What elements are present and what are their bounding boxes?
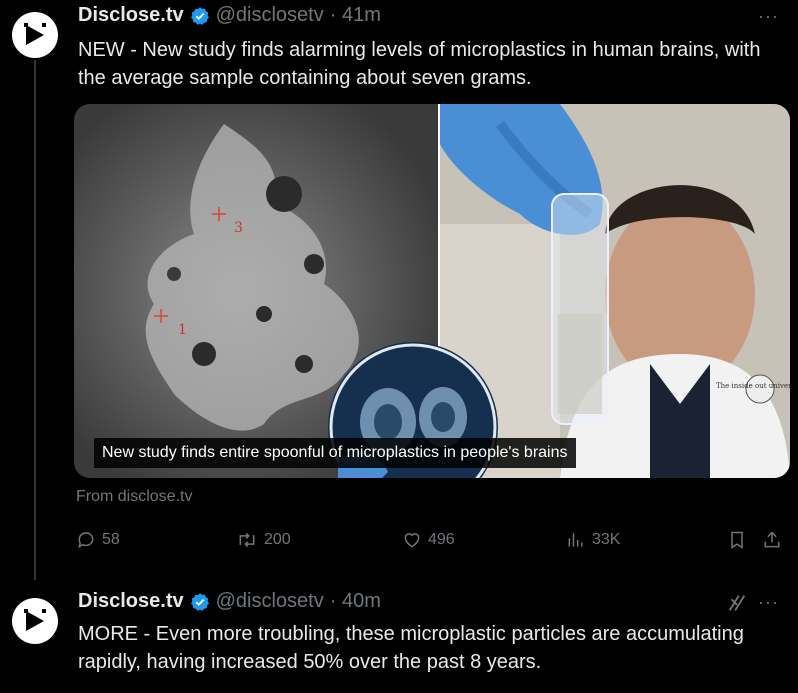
media-caption: New study finds entire spoonful of micro… (94, 438, 576, 468)
more-options-icon[interactable]: ··· (758, 592, 779, 613)
views-chart-icon (568, 533, 583, 547)
disclose-logo-icon (24, 23, 46, 45)
display-name[interactable]: Disclose.tv (78, 590, 184, 613)
grok-icon[interactable] (726, 592, 748, 614)
verified-badge-icon (190, 592, 209, 611)
verified-badge-icon (190, 6, 209, 25)
reply-icon (78, 532, 94, 549)
handle[interactable]: @disclosetv (216, 4, 324, 27)
bookmark-button[interactable] (728, 530, 746, 550)
views-button[interactable]: 33K (566, 530, 620, 550)
avatar[interactable] (12, 12, 58, 58)
repost-icon (239, 532, 255, 548)
image-label-1: 1 (178, 322, 187, 338)
avatar[interactable] (12, 598, 58, 644)
like-button[interactable]: 496 (402, 530, 455, 550)
handle[interactable]: @disclosetv (216, 590, 324, 613)
watermark: The inside out universe (716, 382, 790, 390)
share-button[interactable] (762, 530, 782, 550)
like-count: 496 (428, 531, 455, 548)
more-options-icon[interactable]: ··· (758, 6, 779, 27)
repost-button[interactable]: 200 (236, 530, 291, 550)
disclose-logo-icon (24, 609, 46, 631)
reply-count: 58 (102, 531, 120, 548)
bookmark-icon (731, 531, 743, 549)
media-card[interactable]: 3 1 The inside out universe (74, 104, 790, 478)
timestamp[interactable]: · 40m (330, 590, 381, 613)
views-count: 33K (592, 531, 621, 548)
link-source[interactable]: From disclose.tv (76, 488, 192, 506)
repost-count: 200 (264, 531, 291, 548)
thread-line (34, 60, 36, 580)
image-label-3: 3 (234, 220, 243, 236)
share-icon (764, 531, 780, 548)
tweet-text: NEW - New study finds alarming levels of… (78, 39, 761, 89)
timestamp[interactable]: · 41m (330, 4, 381, 27)
display-name[interactable]: Disclose.tv (78, 4, 184, 27)
reply-button[interactable]: 58 (76, 530, 120, 550)
heart-icon (404, 533, 420, 548)
tweet-text: MORE - Even more troubling, these microp… (78, 623, 744, 673)
